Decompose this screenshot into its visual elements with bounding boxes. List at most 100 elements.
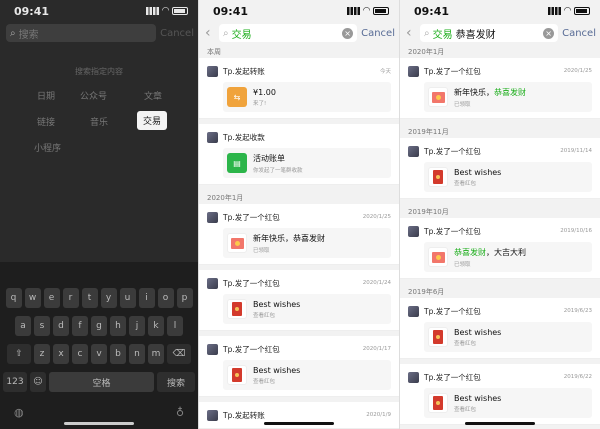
- category-articles[interactable]: 文章: [144, 89, 162, 102]
- transaction-card[interactable]: Tp.发了一个红包 2020/1/24 Best wishes 查看红包: [199, 270, 399, 331]
- section-header: 2020年1月: [408, 48, 445, 56]
- transaction-card[interactable]: Tp.发了一个红包 2019/11/14 Best wishes 查看红包: [400, 138, 600, 199]
- key-p[interactable]: p: [176, 288, 193, 308]
- cancel-button[interactable]: Cancel: [562, 28, 596, 39]
- key-w[interactable]: w: [24, 288, 41, 308]
- card-body[interactable]: Best wishes 查看红包: [424, 322, 592, 352]
- key-a[interactable]: a: [15, 316, 31, 336]
- red-packet-graphic: [433, 396, 443, 410]
- card-body[interactable]: Best wishes 查看红包: [424, 162, 592, 192]
- microphone-icon[interactable]: ♁: [176, 406, 184, 419]
- back-icon[interactable]: ‹: [406, 25, 416, 41]
- transaction-card[interactable]: Tp.发起收款 ▤ 活动账单 你发起了一笔群收款: [199, 124, 399, 185]
- search-input[interactable]: ⌕ 搜索: [6, 24, 157, 42]
- card-date: 2019/6/23: [563, 308, 592, 314]
- category-transactions[interactable]: 交易: [137, 111, 168, 130]
- card-subtitle: 你发起了一笔群收款: [253, 167, 303, 174]
- card-header: Tp.发了一个红包 2019/11/14: [408, 144, 592, 158]
- transaction-card[interactable]: Tp.发起转账 今天 ⇆ ¥1.00 来了!: [199, 58, 399, 119]
- key-u[interactable]: u: [119, 288, 136, 308]
- card-date: 2020/1/25: [563, 68, 592, 74]
- shift-key[interactable]: ⇧: [7, 344, 31, 364]
- card-subtitle: 查看红包: [454, 180, 477, 187]
- key-b[interactable]: b: [110, 344, 126, 364]
- card-body[interactable]: 新年快乐，恭喜发财 已领取: [223, 228, 391, 258]
- card-body[interactable]: ⇆ ¥1.00 来了!: [223, 82, 391, 112]
- key-n[interactable]: n: [129, 344, 145, 364]
- transaction-card[interactable]: Tp.发了一个红包 2020/1/17 Best wishes 查看红包: [199, 336, 399, 397]
- emoji-key[interactable]: ☺: [30, 372, 46, 392]
- key-c[interactable]: c: [72, 344, 88, 364]
- key-l[interactable]: l: [167, 316, 183, 336]
- card-text: Best wishes 查看红包: [253, 366, 300, 385]
- avatar: [207, 65, 218, 77]
- card-text: Best wishes 查看红包: [454, 328, 501, 347]
- envelope-icon: [227, 233, 247, 253]
- title-text: 新年快乐，: [454, 87, 494, 97]
- key-t[interactable]: t: [81, 288, 98, 308]
- home-indicator: [264, 422, 334, 425]
- key-s[interactable]: s: [34, 316, 50, 336]
- transaction-card[interactable]: Tp.发了一个红包 2019/10/16 恭喜发财，大吉大利 已领取: [400, 218, 600, 279]
- key-z[interactable]: z: [34, 344, 50, 364]
- globe-icon[interactable]: ◍: [14, 406, 24, 419]
- key-o[interactable]: o: [157, 288, 174, 308]
- collect-icon: ▤: [227, 153, 247, 173]
- key-x[interactable]: x: [53, 344, 69, 364]
- card-text: 活动账单 你发起了一笔群收款: [253, 153, 303, 174]
- red-packet-icon: [428, 393, 448, 413]
- card-text: 恭喜发财，大吉大利 已领取: [454, 247, 526, 268]
- key-q[interactable]: q: [5, 288, 22, 308]
- transaction-card[interactable]: Tp.发了一个红包 2019/6/22 Best wishes 查看红包: [400, 364, 600, 425]
- back-icon[interactable]: ‹: [205, 25, 215, 41]
- search-icon: ⌕: [10, 27, 16, 39]
- search-input[interactable]: ⌕ 交易 恭喜发财 ×: [420, 24, 559, 42]
- search-results-transactions: 09:41 ◠ ‹ ⌕ 交易 × Cancel 本周 Tp.发起转账 今天 ⇆ ¥1.0…: [198, 0, 399, 429]
- section-header: 2019年6月: [408, 288, 445, 296]
- space-key[interactable]: 空格: [49, 372, 154, 392]
- transaction-card[interactable]: Tp.发了一个红包 2020/1/25 新年快乐，恭喜发财 已领取: [199, 204, 399, 265]
- card-text: 新年快乐，恭喜发财 已领取: [253, 233, 325, 254]
- key-v[interactable]: v: [91, 344, 107, 364]
- key-k[interactable]: k: [148, 316, 164, 336]
- sender-name: Tp.发了一个红包: [424, 372, 481, 382]
- card-subtitle: 已领取: [454, 101, 471, 108]
- card-body[interactable]: 恭喜发财，大吉大利 已领取: [424, 242, 592, 272]
- key-f[interactable]: f: [72, 316, 88, 336]
- key-g[interactable]: g: [91, 316, 107, 336]
- category-mini-programs[interactable]: 小程序: [34, 141, 61, 154]
- search-input[interactable]: ⌕ 交易 ×: [219, 24, 358, 42]
- category-music[interactable]: 音乐: [90, 115, 108, 128]
- clear-icon[interactable]: ×: [543, 27, 555, 39]
- search-tag: 交易: [432, 29, 453, 41]
- battery-icon: [172, 7, 188, 15]
- card-body[interactable]: ▤ 活动账单 你发起了一笔群收款: [223, 148, 391, 178]
- clear-icon[interactable]: ×: [342, 27, 354, 39]
- card-body[interactable]: 新年快乐，恭喜发财 已领取: [424, 82, 592, 112]
- battery-icon: [574, 7, 590, 15]
- search-screen-keyboard: 09:41 ◠ ⌕ 搜索 Cancel 搜索指定内容 日期 公众号 文章 链接 …: [0, 0, 198, 429]
- category-date[interactable]: 日期: [37, 89, 55, 102]
- category-official-accounts[interactable]: 公众号: [80, 89, 107, 102]
- key-e[interactable]: e: [43, 288, 60, 308]
- sender-name: Tp.发了一个红包: [223, 212, 280, 222]
- envelope-graphic: [431, 91, 445, 103]
- transaction-card[interactable]: Tp.发了一个红包 2020/1/25 新年快乐，恭喜发财 已领取: [400, 58, 600, 119]
- key-d[interactable]: d: [53, 316, 69, 336]
- delete-key[interactable]: ⌫: [167, 344, 191, 364]
- key-j[interactable]: j: [129, 316, 145, 336]
- search-key[interactable]: 搜索: [157, 372, 195, 392]
- cancel-button[interactable]: Cancel: [160, 28, 194, 39]
- card-body[interactable]: Best wishes 查看红包: [223, 360, 391, 390]
- numbers-key[interactable]: 123: [3, 372, 27, 392]
- transaction-card[interactable]: Tp.发了一个红包 2019/6/23 Best wishes 查看红包: [400, 298, 600, 359]
- key-y[interactable]: y: [100, 288, 117, 308]
- cancel-button[interactable]: Cancel: [361, 28, 395, 39]
- category-links[interactable]: 链接: [37, 115, 55, 128]
- key-h[interactable]: h: [110, 316, 126, 336]
- key-r[interactable]: r: [62, 288, 79, 308]
- card-body[interactable]: Best wishes 查看红包: [223, 294, 391, 324]
- card-body[interactable]: Best wishes 查看红包: [424, 388, 592, 418]
- key-m[interactable]: m: [148, 344, 164, 364]
- key-i[interactable]: i: [138, 288, 155, 308]
